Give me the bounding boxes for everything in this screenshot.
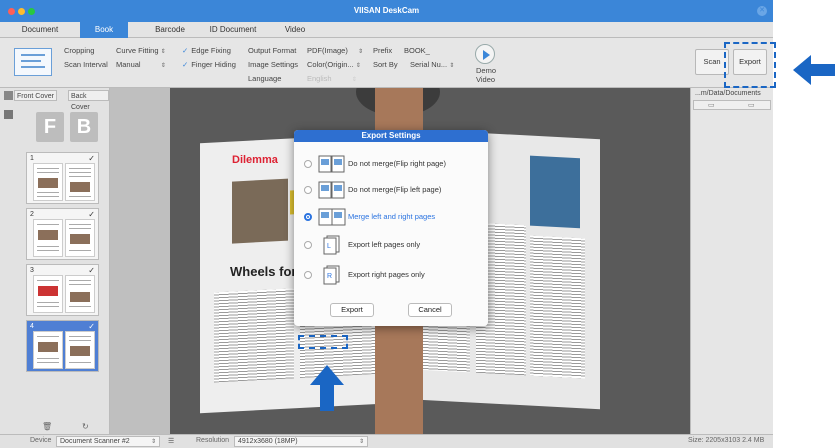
folder-toolbar: ▭ ▭ — [693, 100, 771, 110]
image-settings-label: Image Settings — [248, 60, 299, 69]
radio-button[interactable] — [304, 186, 312, 194]
export-dialog-highlight-box — [298, 335, 348, 349]
dialog-title: Export Settings — [294, 130, 488, 142]
title-bar: VIISAN DeskCam ✕ — [0, 0, 773, 22]
option-label: Export right pages only — [348, 270, 425, 279]
resolution-label: Resolution — [196, 437, 230, 444]
window-title: VIISAN DeskCam — [353, 6, 420, 15]
page-thumbnail-panel: Front Cover Back Cover F B 1 ✓ 2 ✓ 3 ✓ 4… — [0, 88, 110, 434]
page-thumbnail[interactable]: 3 ✓ — [26, 264, 99, 316]
book-toolbar: Cropping Scan Interval Curve Fitting ⇕ M… — [0, 38, 776, 88]
export-settings-dialog: Export Settings Do not merge(Flip right … — [294, 130, 488, 326]
check-icon[interactable]: ✓ — [88, 154, 95, 163]
two-pages-icon — [318, 155, 345, 173]
output-format-label: Output Format — [248, 46, 297, 55]
option-no-merge-flip-right[interactable]: Do not merge(Flip right page) — [304, 152, 484, 176]
thumb-number: 4 — [30, 323, 34, 330]
tab-id-document[interactable]: ID Document — [200, 22, 266, 38]
trash-icon[interactable]: 🗑 — [42, 422, 52, 431]
book-heading: Dilemma — [232, 154, 278, 166]
svg-text:L: L — [327, 243, 331, 250]
option-label: Merge left and right pages — [348, 212, 436, 221]
svg-text:R: R — [327, 273, 332, 280]
app-window: VIISAN DeskCam ✕ Document Book Barcode I… — [0, 0, 776, 448]
page-thumbnail[interactable]: 1 ✓ — [26, 152, 99, 204]
radio-button[interactable] — [304, 160, 312, 168]
curve-fitting-select[interactable]: Curve Fitting ⇕ — [116, 46, 166, 55]
language-label: Language — [248, 74, 282, 83]
settings-icon[interactable]: ☰ — [168, 437, 174, 445]
finger-hiding-checkbox[interactable]: ✓ Finger Hiding — [182, 60, 236, 69]
up-arrow-annotation-icon — [310, 365, 344, 411]
output-format-select[interactable]: PDF(Image) ⇕ — [307, 46, 363, 55]
person-icon[interactable] — [4, 91, 13, 100]
check-icon[interactable]: ✓ — [88, 322, 95, 331]
front-cover-slot[interactable]: F — [36, 112, 64, 142]
option-label: Do not merge(Flip left page) — [348, 185, 442, 194]
mode-tabs: Document Book Barcode ID Document Video — [0, 22, 773, 38]
close-circle-icon[interactable]: ✕ — [757, 6, 767, 16]
file-size-text: Size: 2205x3103 2.4 MB — [688, 437, 765, 444]
scan-interval-select[interactable]: Manual ⇕ — [116, 60, 166, 69]
thumb-number: 2 — [30, 211, 34, 218]
page-icon[interactable] — [4, 110, 13, 119]
left-pages-icon: L — [323, 235, 340, 255]
option-no-merge-flip-left[interactable]: Do not merge(Flip left page) — [304, 178, 484, 202]
page-thumbnail[interactable]: 2 ✓ — [26, 208, 99, 260]
back-cover-slot[interactable]: B — [70, 112, 98, 142]
two-pages-icon — [318, 181, 345, 199]
output-path: ...m/Data/Documents — [695, 90, 761, 97]
resolution-select[interactable]: 4912x3680 (18MP) ⇕ — [234, 436, 368, 447]
thumb-number: 1 — [30, 155, 34, 162]
sort-by-select[interactable]: Serial Nu... ⇕ — [410, 60, 454, 69]
option-label: Export left pages only — [348, 240, 421, 249]
check-icon[interactable]: ✓ — [88, 210, 95, 219]
option-right-pages-only[interactable]: R Export right pages only — [304, 263, 484, 287]
viewer-margin — [110, 88, 170, 434]
left-arrow-annotation-icon — [793, 55, 835, 85]
option-merge-pages[interactable]: Merge left and right pages — [304, 205, 484, 229]
radio-button[interactable] — [304, 241, 312, 249]
cropping-label: Cropping — [64, 46, 95, 55]
play-icon[interactable] — [475, 44, 495, 64]
tab-video[interactable]: Video — [270, 22, 320, 38]
image-settings-select[interactable]: Color(Origin... ⇕ — [307, 60, 361, 69]
back-cover-tab[interactable]: Back Cover — [68, 90, 109, 111]
prefix-input[interactable]: BOOK_ — [404, 46, 430, 55]
check-icon[interactable]: ✓ — [88, 266, 95, 275]
option-left-pages-only[interactable]: L Export left pages only — [304, 233, 484, 257]
radio-button[interactable] — [304, 271, 312, 279]
book-mode-icon — [14, 48, 52, 76]
demo-video-button[interactable]: Demo Video — [476, 66, 496, 84]
dialog-cancel-button[interactable]: Cancel — [408, 303, 452, 317]
device-select[interactable]: Document Scanner #2 ⇕ — [56, 436, 160, 447]
scan-interval-label: Scan Interval — [64, 60, 108, 69]
tab-document[interactable]: Document — [0, 22, 80, 38]
tab-barcode[interactable]: Barcode — [140, 22, 200, 38]
folder-icon[interactable]: ▭ — [708, 101, 715, 109]
export-highlight-box — [724, 42, 776, 88]
page-thumbnail-selected[interactable]: 4 ✓ — [26, 320, 99, 372]
status-bar: Device Document Scanner #2 ⇕ ☰ Resolutio… — [0, 434, 773, 448]
output-file-panel: ...m/Data/Documents ▭ ▭ — [690, 88, 773, 434]
right-pages-icon: R — [323, 265, 340, 285]
language-select[interactable]: English ⇕ — [307, 74, 357, 83]
merged-pages-icon — [318, 208, 346, 226]
prefix-label: Prefix — [373, 46, 393, 55]
dialog-export-button[interactable]: Export — [330, 303, 374, 317]
radio-button-selected[interactable] — [304, 213, 312, 221]
sort-by-label: Sort By — [373, 60, 398, 69]
rotate-icon[interactable]: ↻ — [82, 422, 89, 431]
open-folder-icon[interactable]: ▭ — [748, 101, 755, 109]
device-label: Device — [30, 437, 52, 444]
edge-fixing-checkbox[interactable]: ✓ Edge Fixing — [182, 46, 231, 55]
option-label: Do not merge(Flip right page) — [348, 159, 446, 168]
front-cover-tab[interactable]: Front Cover — [14, 90, 57, 101]
thumb-number: 3 — [30, 267, 34, 274]
tab-book[interactable]: Book — [80, 22, 128, 38]
